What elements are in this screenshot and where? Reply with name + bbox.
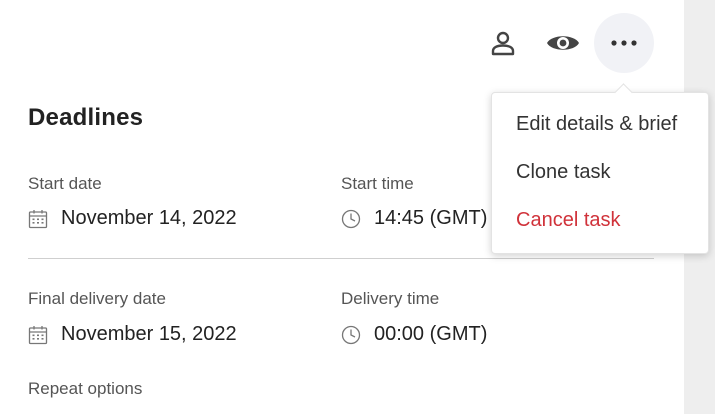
watch-button[interactable] <box>542 23 584 63</box>
eye-icon <box>547 36 579 50</box>
delivery-time-value[interactable]: 00:00 (GMT) <box>374 323 487 346</box>
repeat-options-label: Repeat options <box>28 379 143 398</box>
assignee-button[interactable] <box>483 23 523 63</box>
calendar-icon <box>28 326 48 345</box>
clock-icon <box>341 209 361 229</box>
menu-item-clone-task[interactable]: Clone task <box>516 161 611 184</box>
final-delivery-date-label: Final delivery date <box>28 289 166 308</box>
menu-item-cancel-task[interactable]: Cancel task <box>516 209 621 232</box>
more-options-button[interactable] <box>594 13 654 73</box>
section-title: Deadlines <box>28 104 144 131</box>
calendar-icon <box>28 210 48 229</box>
person-icon <box>491 31 515 56</box>
clock-icon <box>341 325 361 345</box>
delivery-time-label: Delivery time <box>341 289 440 308</box>
section-divider <box>28 258 654 259</box>
final-delivery-date-value[interactable]: November 15, 2022 <box>61 323 237 346</box>
menu-item-edit-details[interactable]: Edit details & brief <box>516 113 677 136</box>
start-date-value[interactable]: November 14, 2022 <box>61 207 237 230</box>
start-date-label: Start date <box>28 174 102 193</box>
more-horizontal-icon <box>611 40 637 46</box>
start-time-label: Start time <box>341 174 414 193</box>
more-options-menu: Edit details & brief Clone task Cancel t… <box>491 92 709 254</box>
start-time-value[interactable]: 14:45 (GMT) <box>374 207 487 230</box>
